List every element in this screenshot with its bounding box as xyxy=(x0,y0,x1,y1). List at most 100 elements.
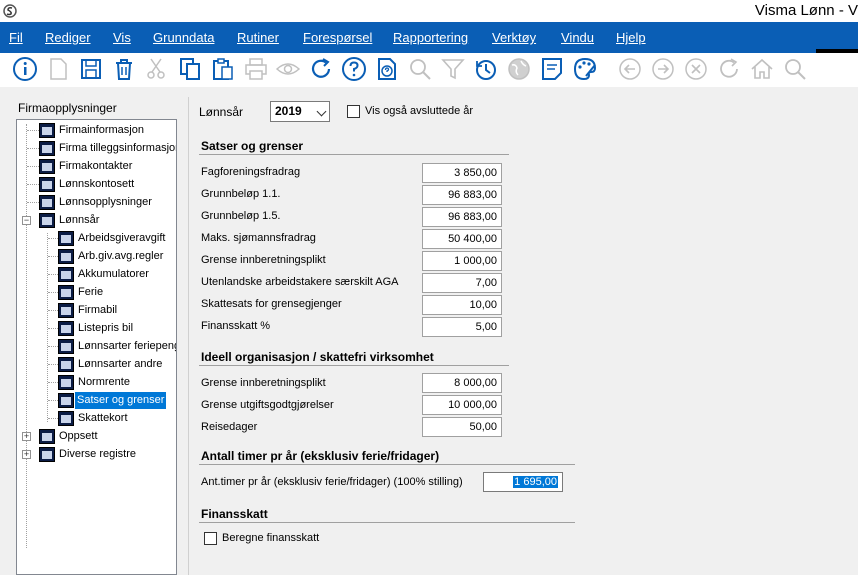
preview-icon[interactable] xyxy=(274,55,302,83)
field-label: Grense innberetningsplikt xyxy=(201,254,326,266)
tree-item[interactable]: Arb.giv.avg.regler xyxy=(17,248,176,265)
window-title: Visma Lønn - V xyxy=(754,2,858,19)
year-select[interactable]: 2019 xyxy=(270,101,330,122)
expense-allowance-limit-input[interactable]: 10 000,00 xyxy=(422,395,502,415)
menu-rutiner[interactable]: Rutiner xyxy=(237,30,279,45)
menu-foresporsel[interactable]: Forespørsel xyxy=(303,30,372,45)
tree-item[interactable]: Firmabil xyxy=(17,302,176,319)
travel-days-input[interactable]: 50,00 xyxy=(422,417,502,437)
expand-icon[interactable]: + xyxy=(22,432,31,441)
delete-icon[interactable] xyxy=(110,55,138,83)
print-icon[interactable] xyxy=(242,55,270,83)
refresh-icon[interactable] xyxy=(307,55,335,83)
tree-item[interactable]: Skattekort xyxy=(17,410,176,427)
section-title-rates: Satser og grenser xyxy=(201,139,304,153)
tree-item[interactable]: Firmakontakter xyxy=(17,158,176,175)
folder-icon xyxy=(58,267,74,282)
menu-vindu[interactable]: Vindu xyxy=(561,30,594,45)
field-label: Ant.timer pr år (eksklusiv ferie/fridage… xyxy=(201,476,463,488)
folder-icon xyxy=(39,213,55,228)
filter-icon[interactable] xyxy=(439,55,467,83)
new-document-icon[interactable] xyxy=(44,55,72,83)
navigation-tree[interactable]: Firmainformasjon Firma tilleggsinformasj… xyxy=(16,119,177,575)
palette-icon[interactable] xyxy=(571,55,599,83)
union-deduction-input[interactable]: 3 850,00 xyxy=(422,163,502,183)
tree-item[interactable]: Lønnsarter andre xyxy=(17,356,176,373)
tree-item[interactable]: Firma tilleggsinformasjon xyxy=(17,140,176,157)
finance-tax-percent-input[interactable]: 5,00 xyxy=(422,317,502,337)
folder-icon xyxy=(58,303,74,318)
section-divider xyxy=(199,365,509,366)
calculate-finance-tax-checkbox[interactable] xyxy=(204,532,217,545)
cancel-icon[interactable] xyxy=(682,55,710,83)
folder-icon xyxy=(39,177,55,192)
base-amount-may-input[interactable]: 96 883,00 xyxy=(422,207,502,227)
border-commuter-tax-input[interactable]: 10,00 xyxy=(422,295,502,315)
section-divider xyxy=(199,154,509,155)
calculate-finance-tax-label: Beregne finansskatt xyxy=(222,532,320,544)
folder-icon xyxy=(58,411,74,426)
tree-item[interactable]: Lønnskontosett xyxy=(17,176,176,193)
menu-vis[interactable]: Vis xyxy=(113,30,131,45)
annual-hours-input[interactable]: 1 695,00 xyxy=(483,472,563,492)
panel-separator xyxy=(188,97,189,575)
folder-icon xyxy=(39,123,55,138)
folder-icon xyxy=(39,159,55,174)
menu-verktoy[interactable]: Verktøy xyxy=(492,30,536,45)
tree-item[interactable]: Lønnsarter feriepenger xyxy=(17,338,176,355)
folder-icon xyxy=(39,141,55,156)
reload-icon[interactable] xyxy=(715,55,743,83)
field-label: Fagforeningsfradrag xyxy=(201,166,301,178)
tree-item[interactable]: Arbeidsgiveravgift xyxy=(17,230,176,247)
section-divider xyxy=(199,464,575,465)
menu-hjelp[interactable]: Hjelp xyxy=(616,30,646,45)
field-label: Reisedager xyxy=(201,421,258,433)
section-title-nonprofit: Ideell organisasjon / skattefri virksomh… xyxy=(201,350,434,364)
history-icon[interactable] xyxy=(472,55,500,83)
tree-item[interactable]: Normrente xyxy=(17,374,176,391)
tree-item[interactable]: Firmainformasjon xyxy=(17,122,176,139)
forward-icon[interactable] xyxy=(649,55,677,83)
nonprofit-reporting-limit-input[interactable]: 8 000,00 xyxy=(422,373,502,393)
expand-icon[interactable]: + xyxy=(22,450,31,459)
help-icon[interactable] xyxy=(340,55,368,83)
note-icon[interactable] xyxy=(538,55,566,83)
menu-grunndata[interactable]: Grunndata xyxy=(153,30,214,45)
home-icon[interactable] xyxy=(748,55,776,83)
tree-item[interactable]: Lønnsopplysninger xyxy=(17,194,176,211)
tree-item[interactable]: Akkumulatorer xyxy=(17,266,176,283)
info-icon[interactable] xyxy=(11,55,39,83)
tree-item[interactable]: − Lønnsår xyxy=(17,212,176,229)
seaman-deduction-input[interactable]: 50 400,00 xyxy=(422,229,502,249)
globe-icon[interactable] xyxy=(505,55,533,83)
cut-icon[interactable] xyxy=(142,55,170,83)
tree-item[interactable]: + Oppsett xyxy=(17,428,176,445)
show-closed-years-checkbox[interactable] xyxy=(347,105,360,118)
collapse-icon[interactable]: − xyxy=(22,216,31,225)
menu-rapportering[interactable]: Rapportering xyxy=(393,30,468,45)
copy-icon[interactable] xyxy=(176,55,204,83)
find-icon[interactable] xyxy=(781,55,809,83)
tree-item-selected[interactable]: Satser og grenser xyxy=(17,392,176,409)
reporting-limit-input[interactable]: 1 000,00 xyxy=(422,251,502,271)
search-icon[interactable] xyxy=(406,55,434,83)
menu-rediger[interactable]: Rediger xyxy=(45,30,91,45)
tree-item[interactable]: + Diverse registre xyxy=(17,446,176,463)
field-label: Finansskatt % xyxy=(201,320,271,332)
annual-hours-value: 1 695,00 xyxy=(513,476,558,488)
back-icon[interactable] xyxy=(616,55,644,83)
folder-icon xyxy=(58,375,74,390)
tree-item[interactable]: Ferie xyxy=(17,284,176,301)
foreign-workers-aga-input[interactable]: 7,00 xyxy=(422,273,502,293)
save-icon[interactable] xyxy=(77,55,105,83)
menu-fil[interactable]: Fil xyxy=(9,30,23,45)
tree-item[interactable]: Listepris bil xyxy=(17,320,176,337)
folder-icon xyxy=(58,321,74,336)
folder-icon xyxy=(39,429,55,444)
folder-icon xyxy=(39,447,55,462)
section-title-hours: Antall timer pr år (eksklusiv ferie/frid… xyxy=(201,449,440,463)
document-help-icon[interactable] xyxy=(373,55,401,83)
paste-icon[interactable] xyxy=(209,55,237,83)
field-label: Skattesats for grensegjenger xyxy=(201,298,342,310)
base-amount-jan-input[interactable]: 96 883,00 xyxy=(422,185,502,205)
